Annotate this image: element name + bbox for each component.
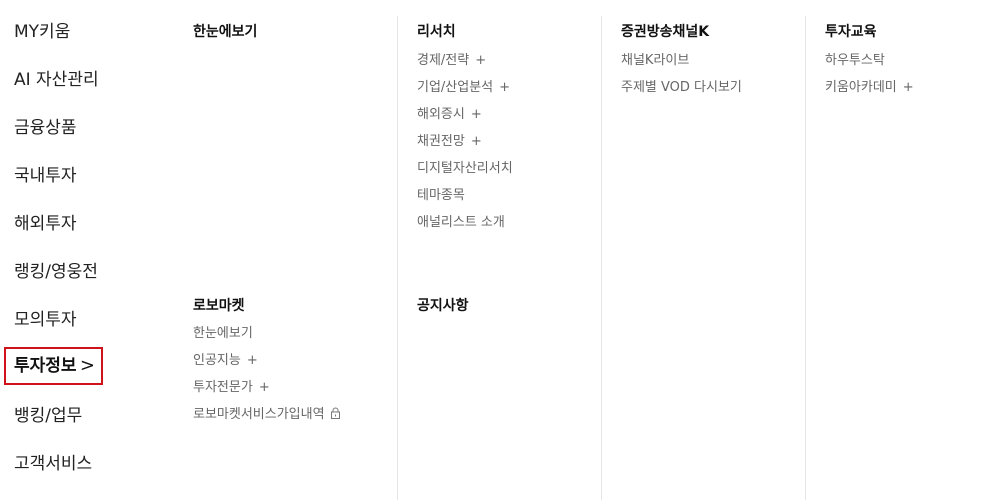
submenu-robo-overview[interactable]: 한눈에보기 (193, 322, 253, 341)
submenu-company-analysis[interactable]: 기업/산업분석 + (417, 76, 510, 95)
submenu-economy-strategy[interactable]: 경제/전략 + (417, 49, 486, 68)
lock-icon (330, 407, 341, 423)
submenu-robo-expert[interactable]: 투자전문가 + (193, 376, 270, 395)
submenu-robo-ai[interactable]: 인공지능 + (193, 349, 258, 368)
submenu-theme-stocks[interactable]: 테마종목 (417, 184, 465, 203)
section-title-channel-k[interactable]: 증권방송채널K (621, 21, 709, 41)
submenu-how-to-stock[interactable]: 하우투스탁 (825, 49, 885, 68)
submenu-label: 인공지능 (193, 353, 241, 368)
submenu-label: 로보마켓서비스가입내역 (193, 407, 325, 422)
submenu-label: 경제/전략 (417, 53, 470, 68)
column-education: 투자교육 하우투스탁 키움아카데미 + (806, 0, 986, 500)
column-research: 리서치 경제/전략 + 기업/산업분석 + 해외증시 + 채권전망 + 디지털자산리서치… (398, 0, 602, 500)
plus-icon: + (470, 134, 482, 149)
submenu-channel-k-live[interactable]: 채널K라이브 (621, 49, 689, 68)
plus-icon: + (470, 107, 482, 122)
section-title-education[interactable]: 투자교육 (825, 21, 877, 41)
submenu-robo-subscription[interactable]: 로보마켓서비스가입내역 (193, 403, 341, 423)
submenu-label: 키움아카데미 (825, 80, 897, 95)
section-title-robomarket[interactable]: 로보마켓 (193, 295, 245, 315)
submenu-label: 채권전망 (417, 134, 465, 149)
section-title-overview[interactable]: 한눈에보기 (193, 21, 257, 41)
submenu-vod-replay[interactable]: 주제별 VOD 다시보기 (621, 76, 742, 95)
plus-icon: + (475, 53, 487, 68)
submenu-label: 해외증시 (417, 107, 465, 122)
submenu-kiwoom-academy[interactable]: 키움아카데미 + (825, 76, 914, 95)
plus-icon: + (499, 80, 511, 95)
plus-icon: + (246, 353, 258, 368)
submenu-digital-asset-research[interactable]: 디지털자산리서치 (417, 157, 513, 176)
submenu-bond-outlook[interactable]: 채권전망 + (417, 130, 482, 149)
submenu-label: 기업/산업분석 (417, 80, 494, 95)
column-channel-k: 증권방송채널K 채널K라이브 주제별 VOD 다시보기 (602, 0, 806, 500)
submenu-overseas-market[interactable]: 해외증시 + (417, 103, 482, 122)
submenu-label: 투자전문가 (193, 380, 253, 395)
plus-icon: + (258, 380, 270, 395)
column-overview: 한눈에보기 로보마켓 한눈에보기 인공지능 + 투자전문가 + 로보마켓서비스가입내… (0, 0, 400, 500)
section-title-notice[interactable]: 공지사항 (417, 295, 469, 315)
section-title-research[interactable]: 리서치 (417, 21, 456, 41)
submenu-analyst-intro[interactable]: 애널리스트 소개 (417, 211, 505, 230)
plus-icon: + (902, 80, 914, 95)
